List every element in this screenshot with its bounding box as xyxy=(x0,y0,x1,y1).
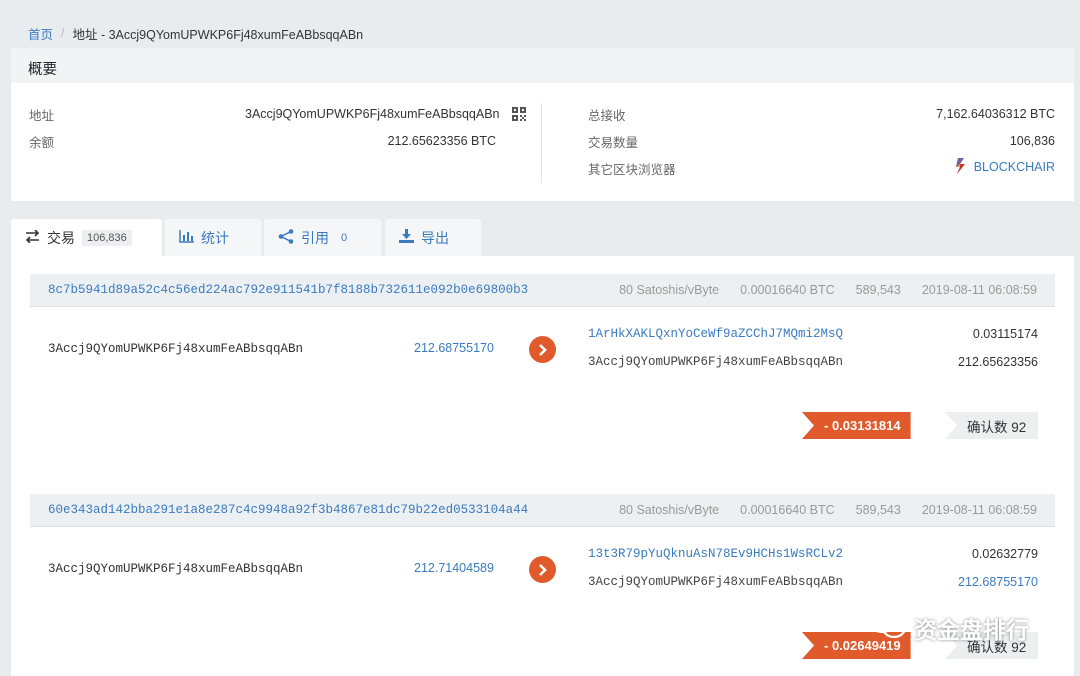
tab-export[interactable]: 导出 xyxy=(385,219,481,256)
confirmations-badge: 确认数 92 xyxy=(945,412,1039,439)
tab-transactions-count: 106,836 xyxy=(82,229,132,246)
transaction-body: 3Accj9QYomUPWKP6Fj48xumFeABbsqqABn 212.6… xyxy=(30,307,1055,487)
transaction-hash-link[interactable]: 60e343ad142bba291e1a8e287c4c9948a92f3b48… xyxy=(48,503,528,517)
output-address-link[interactable]: 1ArHkXAKLQxnYoCeWf9aZCChJ7MQmi2MsQ xyxy=(588,327,843,341)
breadcrumb-current: 地址 - 3Accj9QYomUPWKP6Fj48xumFeABbsqqABn xyxy=(72,27,364,42)
download-icon xyxy=(399,229,414,246)
blockchair-link[interactable]: BLOCKCHAIR xyxy=(954,157,1055,178)
timestamp: 2019-08-11 06:08:59 xyxy=(921,283,1037,297)
other-explorers-label-row: 其它区块浏览器 xyxy=(588,159,676,177)
blockchair-logo-icon xyxy=(954,157,968,178)
balance-value: 212.65623356 BTC xyxy=(387,134,496,148)
block-height: 589,543 xyxy=(855,503,901,517)
total-received-value: 7,162.64036312 BTC xyxy=(936,107,1055,121)
output-amount: 0.03115174 xyxy=(972,327,1038,341)
tab-transactions-label: 交易 xyxy=(47,229,75,246)
other-explorers-label: 其它区块浏览器 xyxy=(588,162,676,177)
block-height: 589,543 xyxy=(855,283,901,297)
breadcrumb: 首页 / 地址 - 3Accj9QYomUPWKP6Fj48xumFeABbsq… xyxy=(28,24,363,42)
address-label: 地址 xyxy=(29,108,55,123)
tx-count-label-row: 交易数量 xyxy=(588,132,638,150)
balance-label-row: 余额 xyxy=(29,132,54,150)
address-value: 3Accj9QYomUPWKP6Fj48xumFeABbsqqABn xyxy=(245,107,500,121)
input-address: 3Accj9QYomUPWKP6Fj48xumFeABbsqqABn xyxy=(48,342,304,356)
fee-rate: 80 Satoshis/vByte xyxy=(619,503,720,517)
tx-count-value: 106,836 xyxy=(1009,134,1055,148)
output-amount: 212.65623356 xyxy=(958,355,1038,369)
overview-card: 概要 地址 3Accj9QYomUPWKP6Fj48xumFeABbsqqABn… xyxy=(11,48,1074,201)
total-received-label: 总接收 xyxy=(588,108,626,123)
wechat-logo-icon xyxy=(868,610,908,646)
input-amount[interactable]: 212.68755170 xyxy=(414,341,494,355)
swap-arrows-icon xyxy=(25,228,40,246)
tab-references-label: 引用 xyxy=(301,229,329,246)
transaction-body: 3Accj9QYomUPWKP6Fj48xumFeABbsqqABn 212.7… xyxy=(30,527,1055,676)
output-row: 3Accj9QYomUPWKP6Fj48xumFeABbsqqABn 212.6… xyxy=(588,575,1038,593)
output-amount[interactable]: 212.68755170 xyxy=(958,575,1038,589)
balance-label: 余额 xyxy=(29,135,55,150)
tx-count-value-row: 106,836 xyxy=(1010,132,1055,150)
total-received-value-row: 7,162.64036312 BTC xyxy=(936,105,1055,123)
overview-heading: 概要 xyxy=(11,48,1074,83)
watermark-text: 资金盘排行 xyxy=(914,617,1029,643)
tx-count-label: 交易数量 xyxy=(588,135,639,150)
output-amount: 0.02632779 xyxy=(971,547,1038,561)
transaction-meta: 80 Satoshis/vByte 0.00016640 BTC 589,543… xyxy=(619,283,1037,297)
watermark: 资金盘排行 xyxy=(868,610,1029,646)
tab-transactions[interactable]: 交易 106,836 xyxy=(11,219,162,256)
balance-value-row: 212.65623356 BTC xyxy=(388,132,496,150)
input-amount[interactable]: 212.71404589 xyxy=(414,561,494,575)
tab-references[interactable]: 引用 0 xyxy=(264,219,381,256)
address-value-row: 3Accj9QYomUPWKP6Fj48xumFeABbsqqABn xyxy=(245,105,526,123)
qr-code-icon[interactable] xyxy=(511,107,526,121)
transaction-hash-link[interactable]: 8c7b5941d89a52c4c56ed224ac792e911541b7f8… xyxy=(48,283,528,297)
address-label-row: 地址 xyxy=(29,105,54,123)
overview-divider xyxy=(541,103,542,183)
output-address: 3Accj9QYomUPWKP6Fj48xumFeABbsqqABn xyxy=(588,575,844,589)
chevron-right-icon[interactable] xyxy=(529,336,556,363)
tab-stats[interactable]: 统计 xyxy=(165,219,261,256)
total-received-label-row: 总接收 xyxy=(588,105,626,123)
bar-chart-icon xyxy=(179,229,194,246)
balance-change-badge: - 0.03131814 xyxy=(802,412,911,439)
tab-export-label: 导出 xyxy=(421,229,449,246)
chevron-right-icon[interactable] xyxy=(529,556,556,583)
breadcrumb-home-link[interactable]: 首页 xyxy=(28,24,53,43)
output-address-link[interactable]: 13t3R79pYuQknuAsN78Ev9HCHs1WsRCLv2 xyxy=(588,547,843,561)
transaction-header: 60e343ad142bba291e1a8e287c4c9948a92f3b48… xyxy=(30,494,1055,527)
fee: 0.00016640 BTC xyxy=(740,503,835,517)
share-icon xyxy=(278,228,294,247)
blockchair-link-label[interactable]: BLOCKCHAIR xyxy=(974,160,1055,174)
input-address: 3Accj9QYomUPWKP6Fj48xumFeABbsqqABn xyxy=(48,562,304,576)
transaction-meta: 80 Satoshis/vByte 0.00016640 BTC 589,543… xyxy=(619,503,1037,517)
breadcrumb-separator: / xyxy=(61,26,65,40)
output-row: 3Accj9QYomUPWKP6Fj48xumFeABbsqqABn 212.6… xyxy=(588,355,1038,373)
timestamp: 2019-08-11 06:08:59 xyxy=(921,503,1037,517)
transaction-card: 60e343ad142bba291e1a8e287c4c9948a92f3b48… xyxy=(30,494,1055,676)
fee-rate: 80 Satoshis/vByte xyxy=(619,283,720,297)
transaction-header: 8c7b5941d89a52c4c56ed224ac792e911541b7f8… xyxy=(30,274,1055,307)
fee: 0.00016640 BTC xyxy=(740,283,835,297)
output-row: 1ArHkXAKLQxnYoCeWf9aZCChJ7MQmi2MsQ 0.031… xyxy=(588,327,1038,345)
output-row: 13t3R79pYuQknuAsN78Ev9HCHs1WsRCLv2 0.026… xyxy=(588,547,1038,565)
transaction-card: 8c7b5941d89a52c4c56ed224ac792e911541b7f8… xyxy=(30,274,1055,487)
tab-stats-label: 统计 xyxy=(201,229,229,246)
output-address: 3Accj9QYomUPWKP6Fj48xumFeABbsqqABn xyxy=(588,355,844,369)
tab-references-count: 0 xyxy=(341,231,348,244)
